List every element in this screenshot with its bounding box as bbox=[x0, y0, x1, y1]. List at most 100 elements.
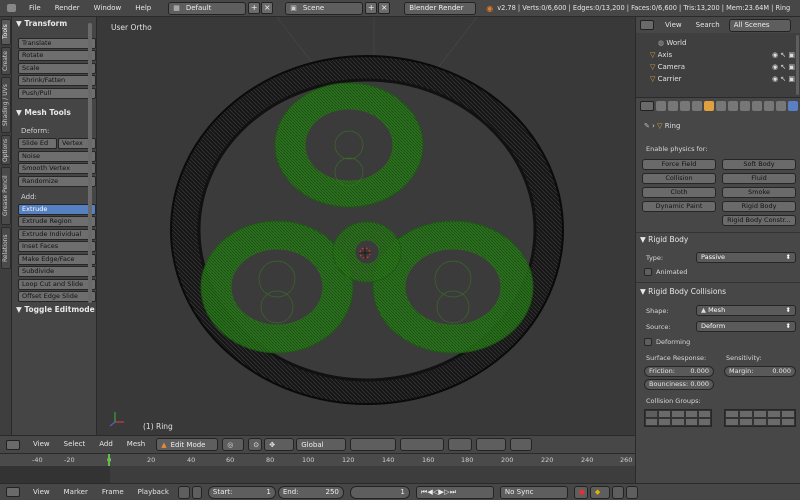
fluid-button[interactable]: Fluid bbox=[722, 173, 796, 184]
type-dropdown[interactable]: Passive ⬍ bbox=[696, 252, 796, 263]
mesh-tools-panel-header[interactable]: ▼ Mesh Tools bbox=[16, 108, 71, 117]
menu-frame[interactable]: Frame bbox=[95, 484, 131, 500]
transform-panel-header[interactable]: ▼ Transform bbox=[16, 19, 67, 28]
constraints-tab-icon[interactable] bbox=[716, 101, 726, 111]
object-tab-icon[interactable] bbox=[704, 101, 714, 111]
tab-create[interactable]: Create bbox=[1, 47, 11, 75]
screen-layout-dropdown[interactable]: ▦ Default bbox=[168, 1, 247, 15]
outliner-item-world[interactable]: ◍ World bbox=[636, 37, 800, 49]
end-frame-field[interactable]: End: 250 bbox=[277, 485, 344, 499]
force-field-button[interactable]: Force Field bbox=[642, 159, 716, 170]
timeline-editor-icon[interactable] bbox=[0, 487, 26, 497]
collision-groups-left[interactable] bbox=[644, 409, 712, 427]
properties-editor-icon[interactable] bbox=[640, 101, 654, 111]
loop-cut-slide-button[interactable]: Loop Cut and Slide bbox=[18, 279, 96, 290]
frame-ruler[interactable]: -40 -20 0 20 40 60 80 100 120 140 160 18… bbox=[0, 454, 635, 466]
extrude-individual-button[interactable]: Extrude Individual bbox=[18, 229, 96, 240]
start-frame-field[interactable]: Start: 1 bbox=[207, 485, 276, 499]
outliner-editor-icon[interactable] bbox=[636, 20, 658, 30]
rigid-body-panel-header[interactable]: ▼ Rigid Body bbox=[640, 235, 688, 244]
noise-button[interactable]: Noise bbox=[18, 151, 96, 162]
preview-range-toggle[interactable] bbox=[177, 485, 190, 499]
push-pull-button[interactable]: Push/Pull bbox=[18, 88, 96, 99]
menu-view[interactable]: View bbox=[26, 436, 57, 453]
delete-scene-button[interactable]: × bbox=[378, 2, 391, 14]
menu-window[interactable]: Window bbox=[87, 0, 129, 17]
3d-viewport[interactable]: User Ortho (1) Ring bbox=[97, 17, 635, 435]
cloth-button[interactable]: Cloth bbox=[642, 187, 716, 198]
menu-file[interactable]: File bbox=[22, 0, 48, 17]
extrude-region-button[interactable]: Extrude Region bbox=[18, 216, 96, 227]
extrude-button[interactable]: Extrude bbox=[18, 204, 96, 215]
add-scene-button[interactable]: + bbox=[365, 2, 378, 14]
soft-body-button[interactable]: Soft Body bbox=[722, 159, 796, 170]
dynamic-paint-button[interactable]: Dynamic Paint bbox=[642, 201, 716, 212]
tab-shading-uvs[interactable]: Shading / UVs bbox=[1, 77, 11, 133]
menu-help[interactable]: Help bbox=[128, 0, 158, 17]
menu-marker[interactable]: Marker bbox=[57, 484, 95, 500]
tab-tools[interactable]: Tools bbox=[1, 19, 11, 45]
current-frame-field[interactable]: 1 bbox=[349, 485, 410, 499]
outliner-item-axis[interactable]: ▽ Axis ◉ ↖ ▣ bbox=[636, 49, 800, 61]
menu-playback[interactable]: Playback bbox=[131, 484, 176, 500]
world-tab-icon[interactable] bbox=[692, 101, 702, 111]
render-engine-dropdown[interactable]: Blender Render bbox=[404, 1, 477, 15]
tab-options[interactable]: Options bbox=[1, 135, 11, 165]
display-mode-dropdown[interactable]: All Scenes bbox=[728, 18, 791, 32]
keying-set-button[interactable]: ◆ bbox=[589, 485, 610, 499]
info-editor-icon[interactable] bbox=[0, 4, 22, 12]
slide-edge-button[interactable]: Slide Ed bbox=[18, 138, 57, 149]
menu-timeline-view[interactable]: View bbox=[26, 484, 57, 500]
margin-field[interactable]: Margin: 0.000 bbox=[724, 366, 796, 377]
tab-relations[interactable]: Relations bbox=[1, 227, 11, 269]
outliner-scrollbar[interactable] bbox=[796, 35, 799, 95]
subdivide-button[interactable]: Subdivide bbox=[18, 266, 96, 277]
source-dropdown[interactable]: Deform ⬍ bbox=[696, 321, 796, 332]
menu-add[interactable]: Add bbox=[92, 436, 120, 453]
menu-outliner-view[interactable]: View bbox=[658, 17, 689, 34]
rigid-body-button[interactable]: Rigid Body bbox=[722, 201, 796, 212]
collision-groups-right[interactable] bbox=[724, 409, 796, 427]
opengl-render-button[interactable] bbox=[510, 438, 533, 451]
delete-keyframe-button[interactable] bbox=[625, 485, 638, 499]
pivot-dropdown[interactable]: ⊙ bbox=[248, 438, 263, 451]
smooth-vertex-button[interactable]: Smooth Vertex bbox=[18, 163, 96, 174]
manipulator-toggle[interactable]: ✥ bbox=[264, 438, 295, 451]
snap-dropdown[interactable] bbox=[476, 438, 507, 451]
playback-controls[interactable]: ⏮ ◀ ◁ ▶ ▷ ⏭ bbox=[415, 485, 494, 499]
record-button[interactable]: ● bbox=[573, 485, 588, 499]
mode-dropdown[interactable]: ▲ Edit Mode bbox=[156, 438, 219, 451]
visibility-icons[interactable]: ◉ ↖ ▣ bbox=[772, 49, 795, 61]
menu-render[interactable]: Render bbox=[48, 0, 87, 17]
data-tab-icon[interactable] bbox=[740, 101, 750, 111]
delete-layout-button[interactable]: × bbox=[261, 2, 274, 14]
visibility-icons[interactable]: ◉ ↖ ▣ bbox=[772, 61, 795, 73]
scale-button[interactable]: Scale bbox=[18, 63, 96, 74]
collision-button[interactable]: Collision bbox=[642, 173, 716, 184]
outliner-item-carrier[interactable]: ▽ Carrier ◉ ↖ ▣ bbox=[636, 73, 800, 85]
shape-dropdown[interactable]: ▲ Mesh ⬍ bbox=[696, 305, 796, 316]
friction-field[interactable]: Friction: 0.000 bbox=[644, 366, 714, 377]
animated-checkbox[interactable] bbox=[644, 268, 652, 276]
orientation-dropdown[interactable]: Global bbox=[296, 438, 347, 451]
inset-faces-button[interactable]: Inset Faces bbox=[18, 241, 96, 252]
menu-search[interactable]: Search bbox=[689, 17, 727, 34]
particles-tab-icon[interactable] bbox=[776, 101, 786, 111]
randomize-button[interactable]: Randomize bbox=[18, 176, 96, 187]
pin-icon[interactable]: ✎ bbox=[644, 122, 650, 130]
add-layout-button[interactable]: + bbox=[248, 2, 261, 14]
rigid-body-collisions-panel-header[interactable]: ▼ Rigid Body Collisions bbox=[640, 287, 726, 296]
material-tab-icon[interactable] bbox=[752, 101, 762, 111]
visibility-icons[interactable]: ◉ ↖ ▣ bbox=[772, 73, 795, 85]
render-tab-icon[interactable] bbox=[656, 101, 666, 111]
smoke-button[interactable]: Smoke bbox=[722, 187, 796, 198]
shading-dropdown[interactable]: ◎ bbox=[222, 438, 245, 451]
rigid-body-constraint-button[interactable]: Rigid Body Constr... bbox=[722, 215, 796, 226]
lock-range-toggle[interactable] bbox=[191, 485, 202, 499]
texture-tab-icon[interactable] bbox=[764, 101, 774, 111]
make-edge-face-button[interactable]: Make Edge/Face bbox=[18, 254, 96, 265]
outliner-item-camera[interactable]: ▽ Camera ◉ ↖ ▣ bbox=[636, 61, 800, 73]
select-mode-buttons[interactable] bbox=[400, 438, 445, 451]
offset-edge-slide-button[interactable]: Offset Edge Slide bbox=[18, 291, 96, 302]
tab-grease-pencil[interactable]: Grease Pencil bbox=[1, 167, 11, 225]
